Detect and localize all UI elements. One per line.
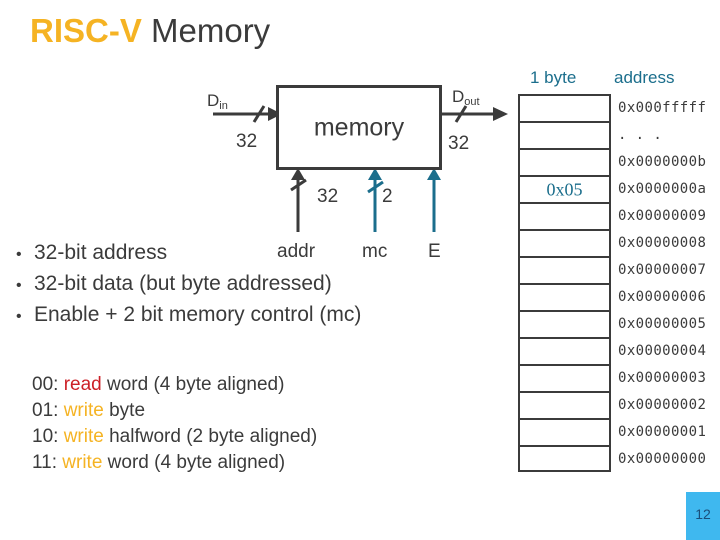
memory-address-label: 0x00000008 <box>618 234 707 251</box>
page-number: 12 <box>695 506 711 522</box>
memory-address-label: . . . <box>618 126 663 143</box>
bullet-marker: • <box>16 246 22 263</box>
memory-byte-cell[interactable] <box>518 391 611 418</box>
enc-operation: read <box>63 374 102 395</box>
memory-address-label: 0x00000003 <box>618 369 707 386</box>
memory-byte-cell[interactable] <box>518 445 611 472</box>
table-row: 0x00000008 <box>518 229 718 256</box>
enc-code: 10: <box>32 426 64 447</box>
bullet-text: 32-bit address <box>34 241 168 264</box>
enc-description: byte <box>103 400 146 421</box>
memory-address-label: 0x00000001 <box>618 423 707 440</box>
dout-base: D <box>452 87 465 106</box>
memory-byte-cell[interactable] <box>518 283 611 310</box>
memory-byte-cell[interactable] <box>518 337 611 364</box>
table-row: . . . <box>518 121 718 148</box>
table-row: 0x0000000b <box>518 148 718 175</box>
din-signal-label: Din <box>207 91 228 112</box>
addr-bus-width: 32 <box>317 186 339 207</box>
memory-byte-cell[interactable] <box>518 121 611 148</box>
dout-subscript: out <box>464 96 480 108</box>
din-bus-width: 32 <box>236 131 258 152</box>
list-item: • 32-bit address <box>10 238 510 269</box>
memory-address-label: 0x00000000 <box>618 450 707 467</box>
dout-bus-width: 32 <box>448 133 470 154</box>
memory-address-label: 0x0000000b <box>618 153 707 170</box>
memory-block-label: memory <box>313 113 405 141</box>
enc-operation: write <box>62 452 103 473</box>
memory-byte-cell[interactable] <box>518 202 611 229</box>
enc-code: 00: <box>32 374 64 395</box>
list-item: 00: read word (4 byte aligned) <box>32 372 472 398</box>
enc-description: halfword (2 byte aligned) <box>103 426 318 447</box>
table-row: 0x000fffff <box>518 94 718 121</box>
table-row: 0x00000005 <box>518 310 718 337</box>
bullet-list: • 32-bit address • 32-bit data (but byte… <box>10 238 510 331</box>
enc-operation: write <box>63 426 104 447</box>
list-item: • Enable + 2 bit memory control (mc) <box>10 300 510 331</box>
slide-canvas: RISC-V Memory memory Din Dout 32 32 32 2… <box>0 0 720 540</box>
table-row: 0x00000004 <box>518 337 718 364</box>
memory-address-label: 0x00000004 <box>618 342 707 359</box>
bullet-marker: • <box>16 277 22 294</box>
memory-address-label: 0x00000007 <box>618 261 707 278</box>
table-row: 0x00000000 <box>518 445 718 472</box>
table-row: 0x00000007 <box>518 256 718 283</box>
memory-address-label: 0x000fffff <box>618 99 707 116</box>
memory-map-rows: 0x000fffff. . . 0x0000000b 0x05 0x0000000a 0… <box>518 94 718 472</box>
memory-address-label: 0x0000000a <box>618 180 707 197</box>
list-item: 01: write byte <box>32 398 472 424</box>
din-subscript: in <box>219 100 228 112</box>
memory-byte-cell[interactable] <box>518 94 611 121</box>
table-row: 0x00000003 <box>518 364 718 391</box>
dout-signal-label: Dout <box>452 87 480 108</box>
memory-map-table: 1 byte address 0x000fffff . . . 0x0000000b… <box>518 60 718 472</box>
list-item: • 32-bit data (but byte addressed) <box>10 269 510 300</box>
page-number-badge: 12 <box>686 492 720 540</box>
memory-byte-cell[interactable] <box>518 364 611 391</box>
enc-operation: write <box>63 400 104 421</box>
memory-byte-cell[interactable] <box>518 418 611 445</box>
column-header-address: address <box>614 68 675 87</box>
memory-address-label: 0x00000009 <box>618 207 707 224</box>
memory-block: memory <box>276 85 442 170</box>
din-base: D <box>207 91 220 110</box>
table-row: 0x00000006 <box>518 283 718 310</box>
memory-block-diagram: memory Din Dout 32 32 32 2 addr mc E <box>0 0 510 270</box>
list-item: 10: write halfword (2 byte aligned) <box>32 424 472 450</box>
memory-byte-cell[interactable] <box>518 310 611 337</box>
table-row: 0x05 0x0000000a <box>518 175 718 202</box>
memory-byte-cell[interactable] <box>518 229 611 256</box>
mc-encoding-list: 00: read word (4 byte aligned) 01: write… <box>32 372 472 476</box>
memory-byte-cell[interactable]: 0x05 <box>518 175 611 202</box>
enc-description: word (4 byte aligned) <box>101 374 285 395</box>
memory-byte-cell[interactable] <box>518 256 611 283</box>
table-row: 0x00000002 <box>518 391 718 418</box>
enc-description: word (4 byte aligned) <box>102 452 286 473</box>
memory-address-label: 0x00000002 <box>618 396 707 413</box>
enc-code: 01: <box>32 400 64 421</box>
bullet-marker: • <box>16 308 22 325</box>
memory-byte-cell[interactable] <box>518 148 611 175</box>
table-row: 0x00000009 <box>518 202 718 229</box>
memory-byte-value: 0x05 <box>546 179 583 199</box>
memory-map-headers: 1 byte address <box>518 60 718 94</box>
list-item: 11: write word (4 byte aligned) <box>32 450 472 476</box>
table-row: 0x00000001 <box>518 418 718 445</box>
memory-address-label: 0x00000005 <box>618 315 707 332</box>
column-header-byte: 1 byte <box>530 68 577 87</box>
enc-code: 11: <box>32 452 63 473</box>
memory-address-label: 0x00000006 <box>618 288 707 305</box>
bullet-text: Enable + 2 bit memory control (mc) <box>34 303 362 326</box>
mc-bus-width: 2 <box>382 186 393 207</box>
bullet-text: 32-bit data (but byte addressed) <box>34 272 332 295</box>
